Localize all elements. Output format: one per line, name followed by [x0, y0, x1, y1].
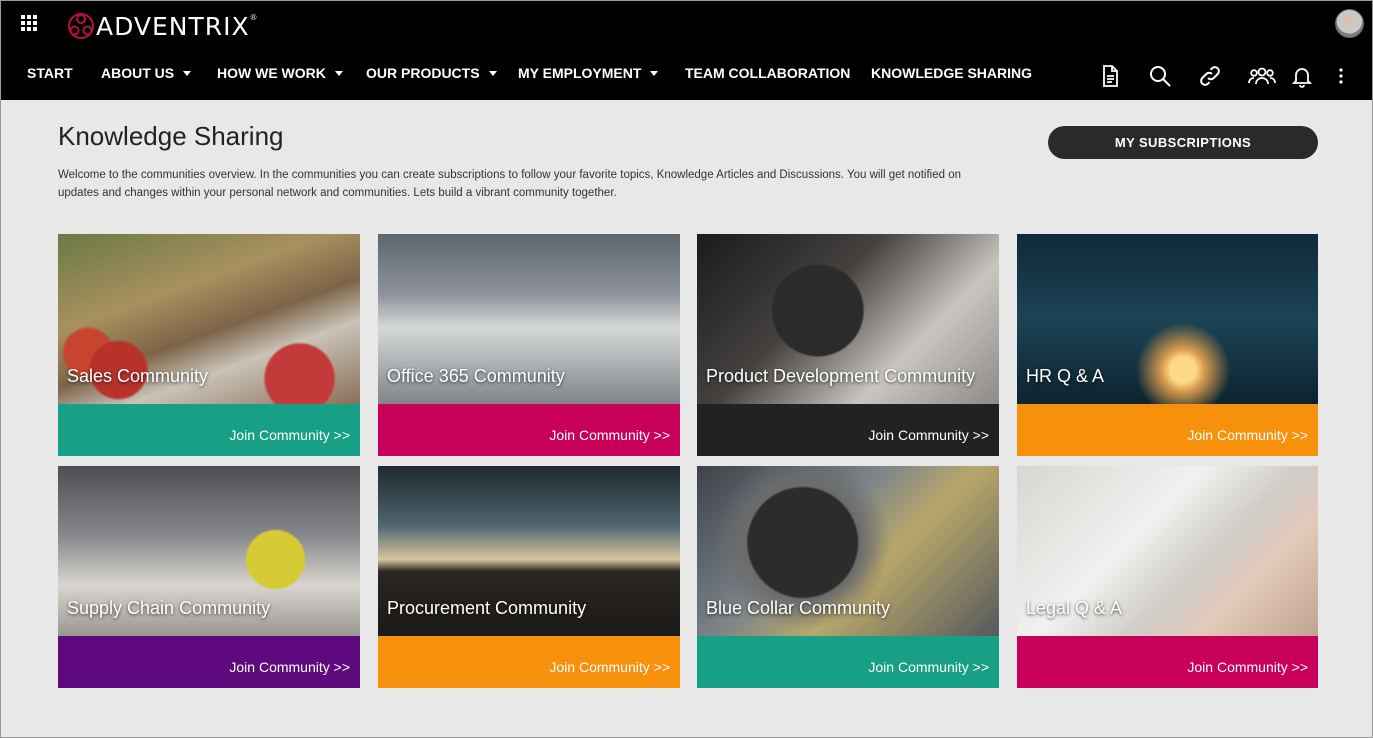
nav-our-products[interactable]: OUR PRODUCTS: [366, 60, 497, 86]
search-icon[interactable]: [1147, 63, 1173, 89]
community-card-supply-chain[interactable]: Supply Chain Community Join Community >>: [58, 466, 360, 688]
logo-mark-icon: [68, 13, 94, 39]
nav-start[interactable]: START: [27, 60, 73, 86]
nav-team-collaboration[interactable]: TEAM COLLABORATION: [685, 60, 850, 86]
link-icon[interactable]: [1197, 63, 1223, 89]
chevron-down-icon: [650, 70, 659, 76]
nav-label: START: [27, 65, 73, 81]
nav-label: HOW WE WORK: [217, 65, 326, 81]
join-community-link[interactable]: Join Community >>: [549, 427, 670, 443]
brand-name: ADVENTRIX: [96, 11, 250, 41]
nav-how-we-work[interactable]: HOW WE WORK: [217, 60, 343, 86]
card-title: Product Development Community: [706, 366, 976, 386]
nav-my-employment[interactable]: MY EMPLOYMENT: [518, 60, 659, 86]
card-title: Blue Collar Community: [706, 598, 891, 618]
document-icon[interactable]: [1097, 63, 1123, 89]
nav-label: KNOWLEDGE SHARING: [871, 65, 1032, 81]
user-avatar[interactable]: [1335, 9, 1364, 38]
nav-knowledge-sharing[interactable]: KNOWLEDGE SHARING: [871, 60, 1032, 86]
join-community-link[interactable]: Join Community >>: [1187, 427, 1308, 443]
people-icon[interactable]: [1247, 63, 1277, 89]
nav-label: MY EMPLOYMENT: [518, 65, 642, 81]
intro-text: Welcome to the communities overview. In …: [58, 169, 961, 199]
join-community-link[interactable]: Join Community >>: [549, 659, 670, 675]
chevron-down-icon: [183, 70, 192, 76]
my-subscriptions-button[interactable]: MY SUBSCRIPTIONS: [1048, 126, 1318, 159]
card-title: Office 365 Community: [387, 366, 565, 386]
nav-label: OUR PRODUCTS: [366, 65, 480, 81]
card-title: Supply Chain Community: [67, 598, 271, 618]
top-bar: ADVENTRIX ® START ABOUT US HOW WE WORK O…: [1, 1, 1372, 100]
community-card-sales[interactable]: Sales Community Join Community >>: [58, 234, 360, 456]
brand-logo[interactable]: ADVENTRIX ®: [67, 11, 257, 41]
community-card-office365[interactable]: Office 365 Community Join Community >>: [378, 234, 680, 456]
community-card-product-development[interactable]: Product Development Community Join Commu…: [697, 234, 999, 456]
brand-registered-mark: ®: [250, 12, 257, 22]
community-card-procurement[interactable]: Procurement Community Join Community >>: [378, 466, 680, 688]
join-community-link[interactable]: Join Community >>: [868, 659, 989, 675]
join-community-link[interactable]: Join Community >>: [868, 427, 989, 443]
join-community-link[interactable]: Join Community >>: [229, 659, 350, 675]
app-launcher-icon[interactable]: [21, 15, 37, 31]
chevron-down-icon: [488, 70, 497, 76]
community-card-legal[interactable]: Legal Q & A Join Community >>: [1017, 466, 1318, 688]
chevron-down-icon: [334, 70, 343, 76]
nav-about-us[interactable]: ABOUT US: [101, 60, 192, 86]
community-card-blue-collar[interactable]: Blue Collar Community Join Community >>: [697, 466, 999, 688]
page-title: Knowledge Sharing: [58, 121, 284, 151]
nav-label: TEAM COLLABORATION: [685, 65, 851, 81]
bell-icon[interactable]: [1289, 63, 1315, 89]
join-community-link[interactable]: Join Community >>: [1187, 659, 1308, 675]
card-title: Procurement Community: [387, 598, 587, 618]
nav-label: ABOUT US: [101, 65, 175, 81]
join-community-link[interactable]: Join Community >>: [229, 427, 350, 443]
card-title: Legal Q & A: [1026, 598, 1123, 618]
card-title: Sales Community: [67, 366, 209, 386]
more-vertical-icon[interactable]: [1329, 63, 1353, 89]
card-title: HR Q & A: [1026, 366, 1105, 386]
community-card-hr[interactable]: HR Q & A Join Community >>: [1017, 234, 1318, 456]
